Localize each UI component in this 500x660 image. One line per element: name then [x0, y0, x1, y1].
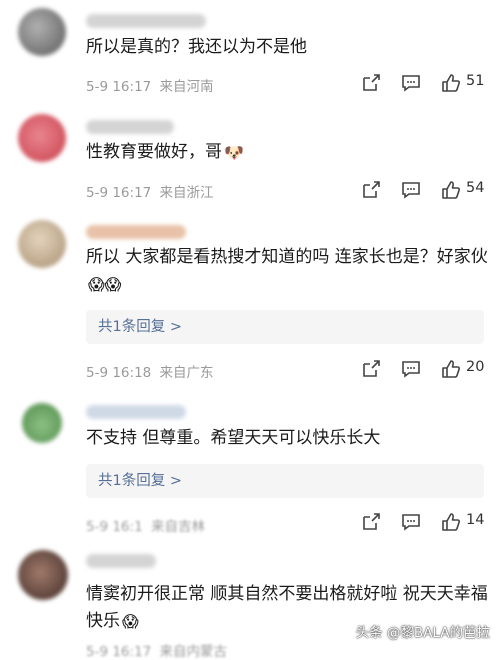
comment-location: 来自内蒙古	[159, 644, 228, 660]
comment-time: 5-9 16:17	[86, 79, 152, 95]
comment-location: 来自浙江	[159, 185, 214, 201]
comment-icon[interactable]	[400, 358, 422, 380]
like-count: 14	[466, 512, 485, 528]
scream-emoji-icon: 😱😱	[88, 275, 122, 294]
watermark: 头条 @黎BALA的芭拉	[355, 625, 490, 641]
reply-count-link[interactable]: 共1条回复 >	[86, 310, 484, 344]
avatar[interactable]	[18, 114, 66, 162]
comment-actions: 51	[358, 72, 488, 94]
like-icon[interactable]	[440, 179, 462, 201]
comment-icon[interactable]	[400, 72, 422, 94]
comment-meta: 5-9 16:1 来自吉林	[86, 515, 205, 535]
username[interactable]	[86, 14, 206, 28]
comment-text-content: 不支持 但尊重。希望天天可以快乐长大	[86, 428, 381, 448]
comment-text: 性教育要做好，哥 🐶	[86, 139, 486, 166]
like-count: 54	[466, 180, 485, 196]
like-icon[interactable]	[440, 358, 462, 380]
comment-time: 5-9 16:1	[86, 519, 143, 535]
share-icon[interactable]	[360, 72, 382, 94]
comment-time: 5-9 16:17	[86, 644, 152, 660]
comment-actions: 14	[358, 511, 488, 533]
comment-meta: 5-9 16:17 来自河南	[86, 75, 214, 95]
share-icon[interactable]	[360, 358, 382, 380]
comment-text: 所以是真的？我还以为不是他	[86, 34, 486, 61]
comment-text: 不支持 但尊重。希望天天可以快乐长大	[86, 425, 486, 452]
comment-text-content: 性教育要做好，哥	[86, 142, 222, 162]
avatar[interactable]	[22, 403, 62, 443]
like-count: 51	[466, 73, 485, 89]
comment-meta: 5-9 16:17 来自浙江	[86, 181, 214, 201]
dog-emoji-icon: 🐶	[224, 143, 244, 162]
comment-location: 来自广东	[159, 365, 214, 381]
avatar[interactable]	[18, 8, 66, 56]
avatar[interactable]	[18, 220, 66, 268]
like-count: 20	[466, 359, 485, 375]
username[interactable]	[86, 554, 156, 568]
reply-count-text: 共1条回复 >	[98, 319, 182, 335]
comment-icon[interactable]	[400, 511, 422, 533]
comment-actions: 54	[358, 179, 488, 201]
comment-meta: 5-9 16:17 来自内蒙古	[86, 640, 227, 660]
comment-actions: 20	[358, 358, 488, 380]
comment-icon[interactable]	[400, 179, 422, 201]
comment-text: 所以 大家都是看热搜才知道的吗 连家长也是？好家伙 😱😱	[86, 244, 488, 298]
comment-time: 5-9 16:18	[86, 365, 152, 381]
like-icon[interactable]	[440, 72, 462, 94]
avatar[interactable]	[18, 550, 68, 600]
username[interactable]	[86, 120, 174, 134]
share-icon[interactable]	[360, 511, 382, 533]
comment-text-content: 所以 大家都是看热搜才知道的吗 连家长也是？好家伙	[86, 247, 488, 267]
scream-emoji-icon: 😱	[122, 612, 139, 631]
comment-location: 来自河南	[159, 79, 214, 95]
comment-location: 来自吉林	[150, 519, 205, 535]
reply-count-text: 共1条回复 >	[98, 473, 182, 489]
comment-meta: 5-9 16:18 来自广东	[86, 361, 214, 381]
like-icon[interactable]	[440, 511, 462, 533]
username[interactable]	[86, 225, 186, 239]
reply-count-link[interactable]: 共1条回复 >	[86, 464, 484, 498]
comment-time: 5-9 16:17	[86, 185, 152, 201]
comment-text-content: 所以是真的？我还以为不是他	[86, 37, 307, 57]
username[interactable]	[86, 405, 186, 419]
share-icon[interactable]	[360, 179, 382, 201]
